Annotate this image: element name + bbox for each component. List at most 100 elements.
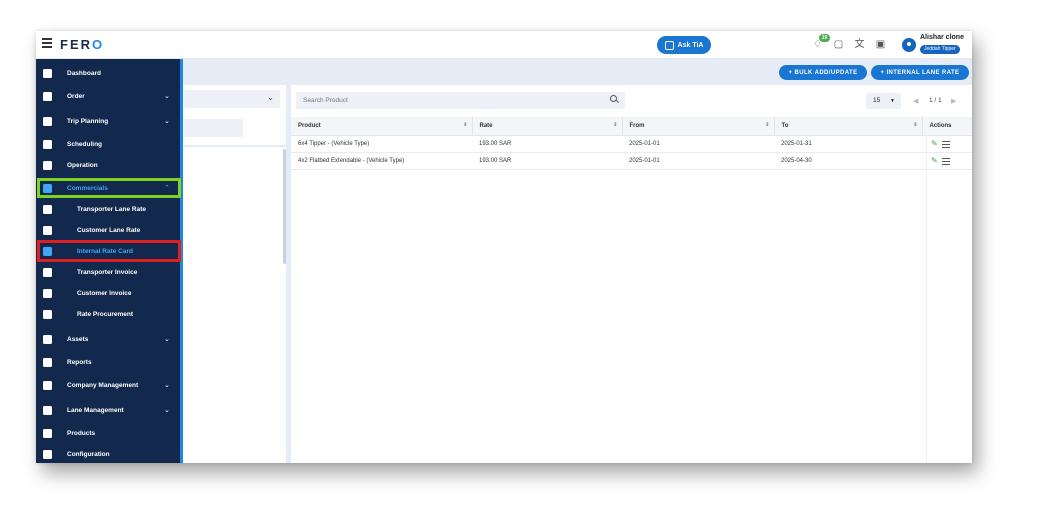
app-window: FERO Ask TiA ♢ 19 ▢ 文 ▣ Alishar clone Je…	[36, 31, 972, 463]
company-icon	[43, 380, 52, 390]
sidebar-item-label: Commercials	[67, 184, 108, 192]
filter-panel	[183, 85, 286, 463]
column-header-to[interactable]: To ⇕	[773, 117, 922, 136]
column-header-product[interactable]: Product ⇕	[291, 117, 472, 136]
edit-icon[interactable]: ✎	[931, 156, 938, 165]
chevron-down-icon: ⌄	[267, 93, 274, 102]
sidebar-item-label: Order	[67, 92, 85, 100]
chevron-down-icon: ⌄	[164, 336, 170, 343]
message-icon[interactable]: ▢	[833, 39, 844, 50]
notification-badge: 19	[819, 34, 830, 42]
sidebar-item-label: Customer Lane Rate	[77, 226, 141, 234]
scheduling-icon	[43, 139, 52, 149]
chevron-down-icon: ⌄	[164, 93, 170, 100]
order-icon	[43, 91, 52, 101]
sidebar-item-label: Transporter Invoice	[77, 268, 138, 276]
sort-icon[interactable]: ⇕	[463, 122, 467, 128]
chevron-down-icon: ⌄	[164, 118, 170, 125]
sidebar-item-transporter-lane-rate[interactable]: Transporter Lane Rate	[36, 199, 180, 219]
rate-table: Product ⇕ Rate ⇕ From ⇕ To ⇕ Actions 6x4 Tip…	[291, 117, 972, 170]
prev-page-icon[interactable]: ◀	[913, 97, 918, 105]
sidebar-item-label: Products	[67, 429, 96, 437]
actions-column-divider	[926, 135, 927, 463]
sidebar-item-label: Dashboard	[67, 69, 101, 77]
sidebar-item-scheduling[interactable]: Scheduling	[36, 134, 180, 154]
chat-bot-icon	[664, 40, 674, 50]
cell-actions: ✎	[922, 152, 972, 170]
sidebar-item-rate-procurement[interactable]: Rate Procurement	[36, 304, 180, 324]
search-icon[interactable]	[610, 95, 617, 102]
sidebar-item-label: Reports	[67, 358, 92, 366]
sidebar-item-label: Internal Rate Card	[77, 247, 133, 255]
table-header-row: Product ⇕ Rate ⇕ From ⇕ To ⇕ Actions	[291, 117, 972, 136]
sidebar-item-trip-planning[interactable]: Trip Planning ⌄	[36, 111, 180, 131]
cell-product: 4x2 Flatbed Extendable - (Vehicle Type)	[291, 152, 472, 170]
sort-icon[interactable]: ⇕	[913, 122, 917, 128]
translate-icon[interactable]: 文	[854, 39, 865, 50]
chevron-down-icon: ⌄	[164, 382, 170, 389]
sidebar-item-operation[interactable]: Operation	[36, 155, 180, 175]
sidebar-item-configuration[interactable]: Configuration	[36, 444, 180, 463]
sidebar-item-customer-lane-rate[interactable]: Customer Lane Rate	[36, 220, 180, 240]
cell-product: 6x4 Tipper - (Vehicle Type)	[291, 135, 472, 153]
edit-icon[interactable]: ✎	[931, 139, 938, 148]
sidebar-item-transporter-invoice[interactable]: Transporter Invoice	[36, 262, 180, 282]
cell-to: 2025-01-31	[774, 135, 922, 153]
list-icon[interactable]	[941, 140, 950, 148]
gear-icon	[43, 449, 52, 459]
add-internal-lane-rate-button[interactable]: + INTERNAL LANE RATE	[871, 65, 969, 80]
ask-tia-button[interactable]: Ask TiA	[657, 36, 711, 54]
cell-from: 2025-01-01	[622, 152, 774, 170]
search-input[interactable]	[296, 92, 625, 109]
sidebar-item-company-management[interactable]: Company Management ⌄	[36, 375, 180, 395]
assets-icon	[43, 334, 52, 344]
sidebar-item-customer-invoice[interactable]: Customer Invoice	[36, 283, 180, 303]
sidebar-item-label: Scheduling	[67, 140, 103, 148]
sidebar-item-assets[interactable]: Assets ⌄	[36, 329, 180, 349]
trip-planning-icon	[43, 116, 52, 126]
sidebar-item-label: Trip Planning	[67, 117, 109, 125]
top-bar: FERO Ask TiA ♢ 19 ▢ 文 ▣ Alishar clone Je…	[36, 31, 972, 59]
sidebar-item-reports[interactable]: Reports	[36, 352, 180, 372]
column-header-actions: Actions	[921, 117, 972, 136]
page-size-select[interactable]: 15 ▼	[866, 93, 901, 109]
sidebar-item-label: Configuration	[67, 450, 110, 458]
panel-icon[interactable]: ▣	[875, 39, 886, 50]
list-icon[interactable]	[941, 157, 950, 165]
user-name[interactable]: Alishar clone	[920, 34, 964, 41]
sidebar-item-label: Transporter Lane Rate	[77, 205, 146, 213]
sort-icon[interactable]: ⇕	[613, 122, 617, 128]
column-header-from[interactable]: From ⇕	[621, 117, 774, 136]
sidebar-item-label: Assets	[67, 335, 89, 343]
truck-icon	[43, 204, 52, 214]
sidebar-item-lane-management[interactable]: Lane Management ⌄	[36, 400, 180, 420]
invoice-icon	[43, 267, 52, 277]
column-header-rate[interactable]: Rate ⇕	[471, 117, 622, 136]
sidebar-item-commercials[interactable]: Commercials ⌃	[36, 178, 180, 198]
lane-icon	[43, 405, 52, 415]
menu-icon[interactable]	[42, 38, 52, 48]
bulk-add-update-button[interactable]: + BULK ADD/UPDATE	[779, 65, 867, 80]
sidebar-item-products[interactable]: Products	[36, 423, 180, 443]
chevron-up-icon: ⌃	[164, 185, 170, 192]
sidebar-item-label: Customer Invoice	[77, 289, 132, 297]
page-size-value: 15	[873, 97, 881, 104]
cell-actions: ✎	[922, 135, 972, 153]
cell-from: 2025-01-01	[622, 135, 774, 153]
sidebar-item-label: Lane Management	[67, 406, 124, 414]
sidebar-item-label: Operation	[67, 161, 98, 169]
customer-invoice-icon	[43, 288, 52, 298]
sort-icon[interactable]: ⇕	[765, 122, 769, 128]
pagination-info: 1 / 1	[929, 97, 942, 104]
next-page-icon[interactable]: ▶	[951, 97, 956, 105]
filter-select[interactable]: ⌄	[183, 90, 280, 108]
user-role-badge[interactable]: Jeddah Tipper	[920, 45, 960, 54]
filter-field[interactable]	[183, 119, 243, 137]
sidebar-item-label: Rate Procurement	[77, 310, 133, 318]
sidebar-item-internal-rate-card[interactable]: Internal Rate Card	[36, 241, 180, 261]
sidebar-item-order[interactable]: Order ⌄	[36, 86, 180, 106]
sidebar-item-dashboard[interactable]: Dashboard	[36, 63, 180, 83]
operation-icon	[43, 160, 52, 170]
avatar[interactable]	[902, 38, 916, 52]
products-icon	[43, 428, 52, 438]
